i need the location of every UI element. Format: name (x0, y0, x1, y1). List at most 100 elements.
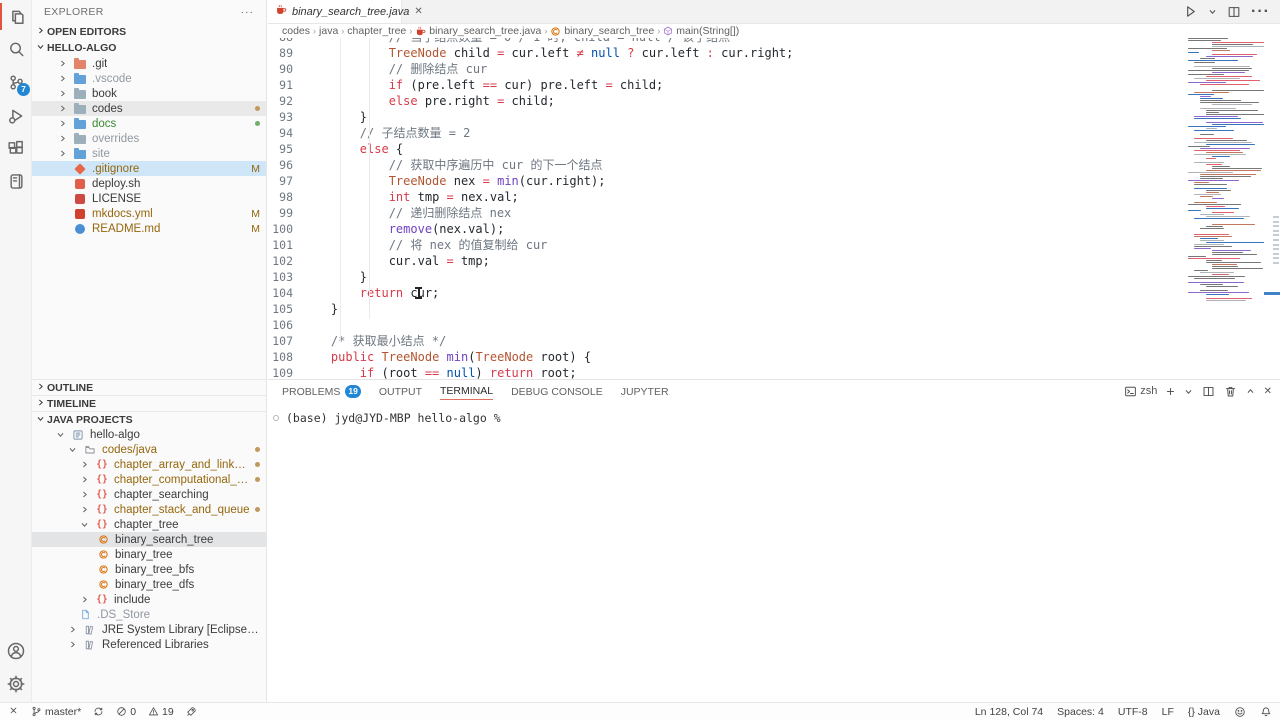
status-cursor-position[interactable]: Ln 128, Col 74 (975, 706, 1043, 718)
views-more-icon[interactable]: ··· (241, 6, 255, 18)
code-line-100[interactable]: 100 remove(nex.val); (268, 221, 1185, 237)
code-line-90[interactable]: 90 // 删除结点 cur (268, 61, 1185, 77)
jp-row-chapter-array-and-linkedlist[interactable]: {}chapter_array_and_linkedlist (32, 457, 266, 472)
tree-row-license[interactable]: LICENSE (32, 191, 266, 206)
panel-tab-jupyter[interactable]: JUPYTER (621, 383, 669, 400)
code-line-104[interactable]: 104 return cur; (268, 285, 1185, 301)
chevron-down-icon[interactable] (1184, 387, 1193, 396)
split-editor-icon[interactable] (1227, 5, 1241, 19)
shell-selector[interactable]: zsh (1124, 385, 1157, 398)
code-editor[interactable]: 88 // 当子结点数量 = 0 / 1 时, child = null / 该… (268, 38, 1185, 379)
maximize-panel-icon[interactable] (1246, 387, 1255, 396)
panel-tab-debug-console[interactable]: DEBUG CONSOLE (511, 383, 603, 400)
code-line-102[interactable]: 102 cur.val = tmp; (268, 253, 1185, 269)
tree-row--gitignore[interactable]: .gitignoreM (32, 161, 266, 176)
code-line-93[interactable]: 93 } (268, 109, 1185, 125)
tree-row-book[interactable]: book (32, 86, 266, 101)
overview-ruler[interactable] (1264, 38, 1280, 379)
minimap[interactable] (1186, 38, 1264, 368)
jp-row-chapter-tree[interactable]: {}chapter_tree (32, 517, 266, 532)
activity-account-icon[interactable] (0, 634, 32, 667)
jp-row-referenced-libraries[interactable]: Referenced Libraries (32, 637, 266, 652)
tab-binary-search-tree[interactable]: binary_search_tree.java ✕ (268, 0, 402, 23)
section-open-editors[interactable]: OPEN EDITORS (32, 24, 266, 40)
kill-terminal-icon[interactable] (1224, 385, 1237, 398)
jp-row-codes-java[interactable]: codes/java (32, 442, 266, 457)
tree-row-docs[interactable]: docs (32, 116, 266, 131)
close-icon[interactable]: ✕ (414, 6, 422, 17)
code-line-108[interactable]: 108 public TreeNode min(TreeNode root) { (268, 349, 1185, 365)
tree-row--git[interactable]: .git (32, 56, 266, 71)
code-line-91[interactable]: 91 if (pre.left == cur) pre.left = child… (268, 77, 1185, 93)
breadcrumb-item[interactable]: chapter_tree (347, 25, 406, 37)
chevron-down-icon[interactable] (1208, 7, 1217, 16)
breadcrumb-item[interactable]: codes (282, 25, 310, 37)
panel-tab-problems[interactable]: PROBLEMS19 (282, 382, 361, 400)
terminal-content[interactable]: (base) jyd@JYD-MBP hello-algo % (268, 402, 1280, 425)
code-line-99[interactable]: 99 // 递归删除结点 nex (268, 205, 1185, 221)
section-java-projects[interactable]: JAVA PROJECTS (32, 411, 266, 427)
tree-row-codes[interactable]: codes (32, 101, 266, 116)
jp-row-binary-tree[interactable]: binary_tree (32, 547, 266, 562)
jp-row-binary-tree-bfs[interactable]: binary_tree_bfs (32, 562, 266, 577)
status-java-runtime[interactable] (186, 706, 197, 717)
jp-row-include[interactable]: {}include (32, 592, 266, 607)
status-indentation[interactable]: Spaces: 4 (1057, 706, 1104, 718)
code-line-94[interactable]: 94 // 子结点数量 = 2 (268, 125, 1185, 141)
code-line-105[interactable]: 105 } (268, 301, 1185, 317)
jp-row--ds-store[interactable]: .DS_Store (32, 607, 266, 622)
code-line-95[interactable]: 95 else { (268, 141, 1185, 157)
status-language-mode[interactable]: {} Java (1188, 706, 1220, 718)
more-actions-icon[interactable]: ··· (1251, 3, 1270, 21)
code-line-109[interactable]: 109 if (root == null) return root; (268, 365, 1185, 379)
activity-settings-icon[interactable] (0, 667, 32, 700)
status-sync[interactable] (93, 706, 104, 717)
tree-row-site[interactable]: site (32, 146, 266, 161)
jp-row-chapter-computational-complexity[interactable]: {}chapter_computational_complexity (32, 472, 266, 487)
run-button[interactable] (1183, 4, 1198, 19)
status-encoding[interactable]: UTF-8 (1118, 706, 1148, 718)
status-notifications[interactable] (1260, 706, 1272, 718)
activity-source-control-icon[interactable]: 7 (0, 66, 32, 99)
activity-search-icon[interactable] (0, 33, 32, 66)
status-errors[interactable]: 0 (116, 706, 136, 718)
panel-tab-terminal[interactable]: TERMINAL (440, 382, 493, 400)
status-remote-indicator[interactable] (8, 706, 19, 717)
breadcrumb-item[interactable]: java (319, 25, 338, 37)
tree-row--vscode[interactable]: .vscode (32, 71, 266, 86)
jp-row-chapter-stack-and-queue[interactable]: {}chapter_stack_and_queue (32, 502, 266, 517)
status-warnings[interactable]: 19 (148, 706, 174, 718)
code-line-88[interactable]: 88 // 当子结点数量 = 0 / 1 时, child = null / 该… (268, 38, 1185, 45)
panel-tab-output[interactable]: OUTPUT (379, 383, 422, 400)
tree-row-overrides[interactable]: overrides (32, 131, 266, 146)
tree-row-mkdocs-yml[interactable]: mkdocs.ymlM (32, 206, 266, 221)
split-terminal-icon[interactable] (1202, 385, 1215, 398)
jp-row-binary-search-tree[interactable]: binary_search_tree (32, 532, 266, 547)
code-line-101[interactable]: 101 // 将 nex 的值复制给 cur (268, 237, 1185, 253)
jp-row-hello-algo[interactable]: hello-algo (32, 427, 266, 442)
status-feedback[interactable] (1234, 706, 1246, 718)
tree-row-readme-md[interactable]: README.mdM (32, 221, 266, 236)
activity-notebook-icon[interactable] (0, 165, 32, 198)
section-root-folder[interactable]: HELLO-ALGO (32, 40, 266, 56)
breadcrumb-item[interactable]: binary_search_tree.java (415, 25, 541, 37)
code-line-103[interactable]: 103 } (268, 269, 1185, 285)
code-line-106[interactable]: 106 (268, 317, 1185, 333)
status-git-branch[interactable]: master* (31, 706, 81, 718)
activity-run-debug-icon[interactable] (0, 99, 32, 132)
code-line-92[interactable]: 92 else pre.right = child; (268, 93, 1185, 109)
activity-extensions-icon[interactable] (0, 132, 32, 165)
close-panel-icon[interactable]: ✕ (1264, 386, 1272, 397)
code-line-97[interactable]: 97 TreeNode nex = min(cur.right); (268, 173, 1185, 189)
tree-row-deploy-sh[interactable]: deploy.sh (32, 176, 266, 191)
activity-explorer-icon[interactable] (0, 0, 32, 33)
breadcrumb-item[interactable]: binary_search_tree (550, 25, 654, 37)
status-eol[interactable]: LF (1162, 706, 1174, 718)
new-terminal-button[interactable]: + (1166, 383, 1174, 399)
breadcrumb-item[interactable]: main(String[]) (663, 25, 739, 37)
jp-row-jre-system-library-eclipse-temurin-17-17[interactable]: JRE System Library [Eclipse Temurin 17 [… (32, 622, 266, 637)
jp-row-chapter-searching[interactable]: {}chapter_searching (32, 487, 266, 502)
code-line-107[interactable]: 107 /* 获取最小结点 */ (268, 333, 1185, 349)
code-line-98[interactable]: 98 int tmp = nex.val; (268, 189, 1185, 205)
section-timeline[interactable]: TIMELINE (32, 395, 266, 411)
